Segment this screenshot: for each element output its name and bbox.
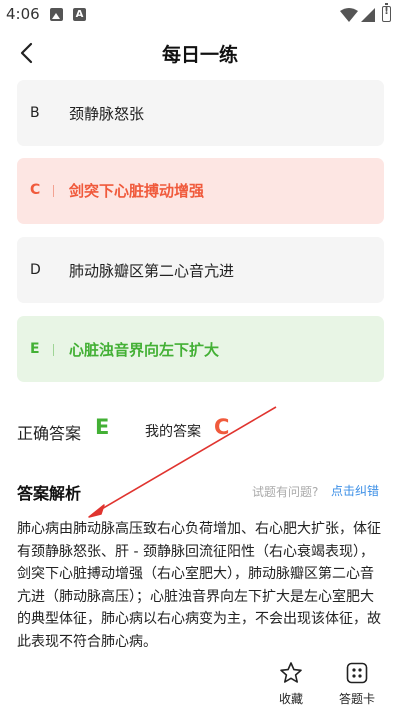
option-text: 心脏浊音界向左下扩大 bbox=[69, 341, 220, 359]
option-letter: C bbox=[30, 182, 41, 198]
my-answer-label: 我的答案 bbox=[145, 424, 201, 440]
my-answer-value: C bbox=[214, 415, 230, 439]
answer-summary: 正确答案 E 我的答案 C bbox=[17, 414, 387, 444]
option-text: 肺动脉瓣区第二心音亢进 bbox=[69, 262, 235, 280]
a-badge-icon: A bbox=[73, 8, 86, 21]
favorite-label: 收藏 bbox=[278, 692, 303, 706]
page-title: 每日一练 bbox=[161, 44, 238, 66]
battery-alert-icon bbox=[382, 3, 391, 22]
option-letter: D bbox=[30, 262, 41, 278]
option-c[interactable]: C 剑突下心脏搏动增强 bbox=[17, 158, 384, 224]
option-d[interactable]: D 肺动脉瓣区第二心音亢进 bbox=[17, 237, 384, 303]
analysis-title: 答案解析 bbox=[17, 484, 82, 503]
answer-card-button[interactable]: 答题卡 bbox=[327, 660, 387, 706]
signal-icon bbox=[361, 8, 375, 22]
status-bar: 4:06 A bbox=[0, 0, 400, 30]
analysis-text: 肺心病由肺动脉高压致右心负荷增加、右心肥大扩张，体征有颈静脉怒张、肝 - 颈静脉… bbox=[17, 521, 381, 650]
option-text: 剑突下心脏搏动增强 bbox=[69, 182, 205, 200]
option-letter: E bbox=[30, 341, 40, 357]
favorite-button[interactable]: 收藏 bbox=[261, 660, 321, 706]
correct-answer-value: E bbox=[95, 415, 110, 439]
wifi-icon bbox=[340, 8, 358, 22]
question-issue-hint: 试题有问题? bbox=[252, 485, 319, 499]
correct-answer-label: 正确答案 bbox=[17, 424, 82, 443]
option-separator bbox=[53, 185, 54, 197]
option-b[interactable]: B 颈静脉怒张 bbox=[17, 80, 384, 146]
answer-card-icon bbox=[346, 662, 368, 684]
option-e[interactable]: E 心脏浊音界向左下扩大 bbox=[17, 316, 384, 382]
status-time: 4:06 bbox=[6, 5, 40, 23]
option-separator bbox=[53, 344, 54, 356]
option-letter: B bbox=[30, 105, 40, 121]
answer-card-label: 答题卡 bbox=[338, 692, 375, 706]
header: 每日一练 bbox=[0, 30, 400, 76]
report-error-link[interactable]: 点击纠错 bbox=[331, 482, 379, 499]
star-icon bbox=[280, 662, 302, 683]
gallery-icon bbox=[50, 8, 63, 21]
option-text: 颈静脉怒张 bbox=[69, 105, 145, 123]
